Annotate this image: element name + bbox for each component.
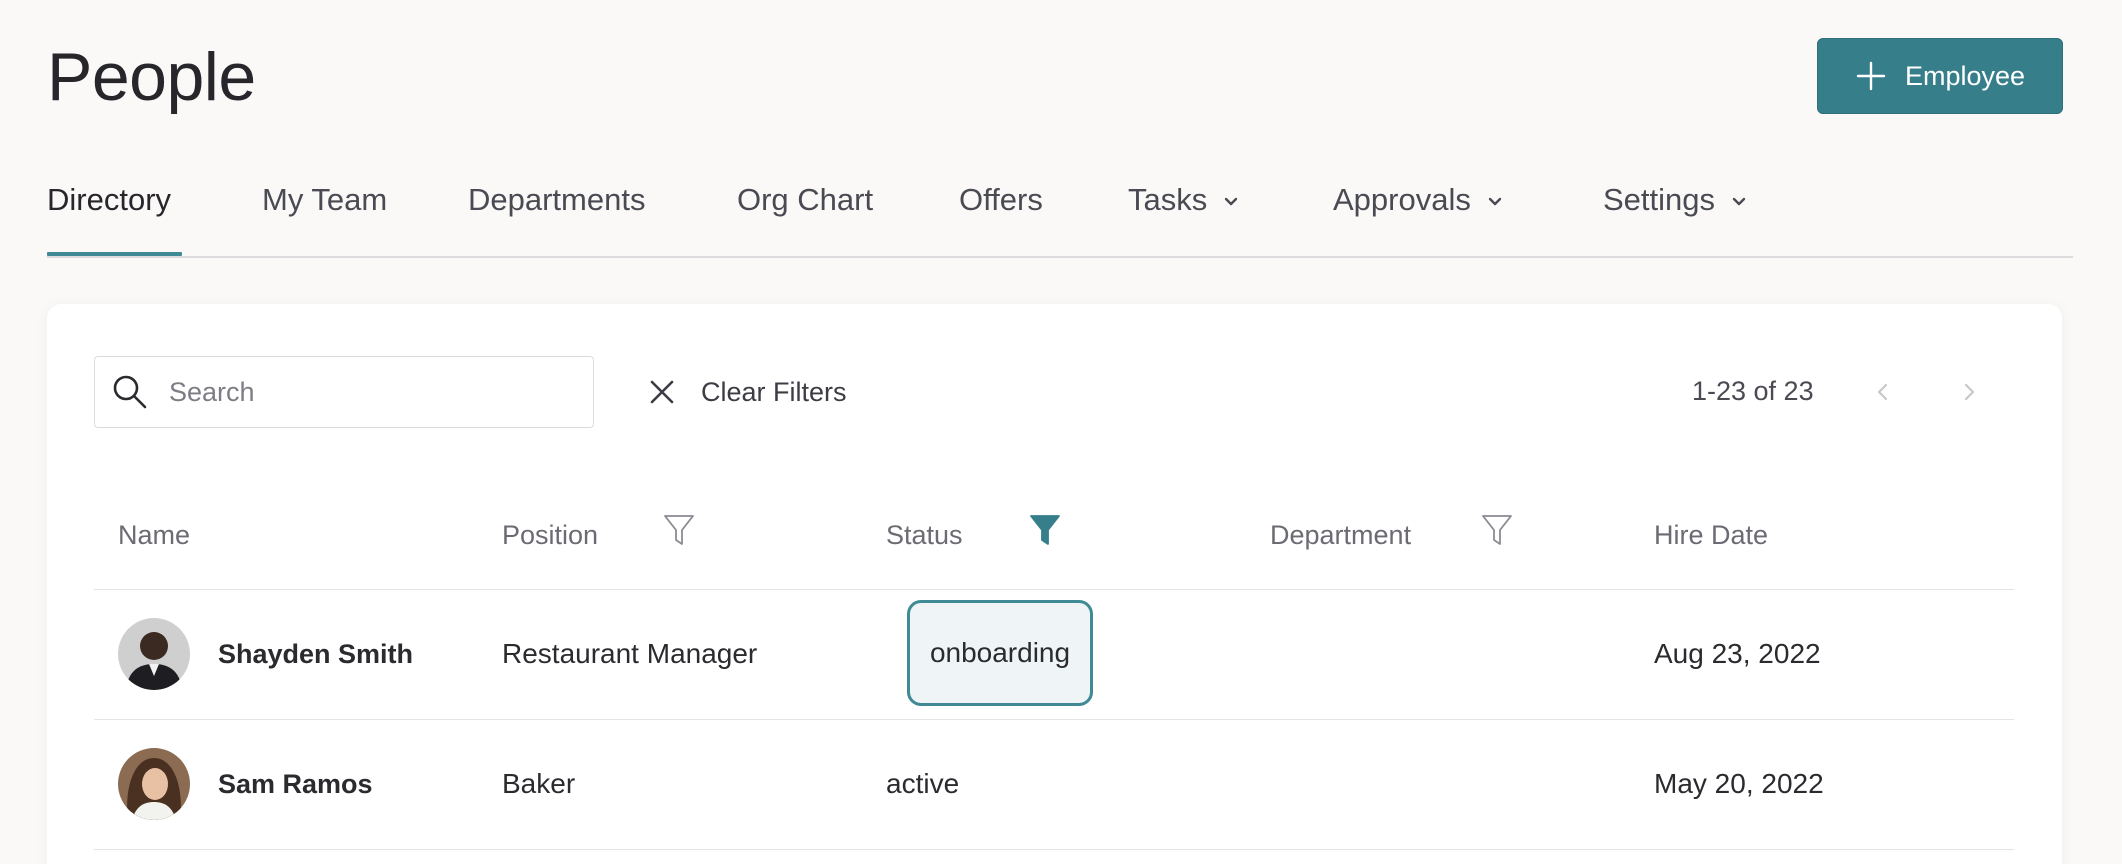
avatar-photo [118,748,190,820]
name-cell: Shayden Smith [118,618,413,690]
tab-org-chart[interactable]: Org Chart [737,182,873,218]
hire-date-cell: May 20, 2022 [1654,768,1824,799]
tab-label: Org Chart [737,182,874,217]
chevron-down-icon [1732,197,1746,206]
column-label: Position [502,520,599,550]
column-label: Name [118,520,191,550]
filter-icon[interactable] [1480,512,1514,548]
column-label: Status [886,520,963,550]
tab-tasks[interactable]: Tasks [1128,182,1241,218]
active-tab-indicator [47,252,182,256]
position-cell: Restaurant Manager [502,638,758,669]
clear-filters-button[interactable]: Clear Filters [647,368,847,416]
hire-date-cell: Aug 23, 2022 [1654,638,1821,669]
status-cell[interactable]: onboarding [907,600,1093,706]
filter-icon-active[interactable] [1028,512,1062,548]
tab-bar: Directory My Team Departments Org Chart … [47,158,2073,258]
column-header-status[interactable]: Status [886,520,963,551]
avatar[interactable] [118,618,190,690]
name-cell: Sam Ramos [118,748,373,820]
tab-label: Directory [47,182,172,217]
pagination-text: 1-23 of 23 [1692,376,1814,406]
chevron-right-icon[interactable] [1955,378,1983,406]
search-input[interactable] [169,376,549,408]
tab-my-team[interactable]: My Team [262,182,387,218]
column-header-hire-date[interactable]: Hire Date [1654,520,1768,551]
page-title: People [47,39,256,115]
tab-label: Offers [959,182,1043,217]
filter-icon[interactable] [662,512,696,548]
employee-name[interactable]: Shayden Smith [218,639,413,670]
avatar-photo [118,618,190,690]
chevron-down-icon [1225,197,1238,206]
people-table: Name Position Status Department Hire Dat [94,480,2014,850]
chevron-left-icon[interactable] [1869,378,1897,406]
tab-label: Settings [1603,182,1716,217]
status-cell[interactable]: active [886,768,959,800]
tab-directory[interactable]: Directory [47,182,171,218]
column-label: Hire Date [1654,520,1769,550]
status-label: onboarding [929,637,1071,668]
chevron-down-icon [1488,197,1502,206]
add-employee-label: Employee [1904,60,2026,91]
column-header-name[interactable]: Name [118,520,190,551]
avatar[interactable] [118,748,190,820]
column-label: Department [1270,520,1412,550]
tab-label: Approvals [1333,182,1471,217]
clear-filters-label: Clear Filters [701,376,847,407]
employee-name[interactable]: Sam Ramos [218,769,373,800]
tab-label: My Team [262,182,388,217]
tab-label: Tasks [1128,182,1208,217]
add-employee-button[interactable]: Employee [1817,38,2063,114]
position-cell: Baker [502,768,576,799]
directory-card: Clear Filters 1-23 of 23 Name Position S… [47,304,2062,864]
plus-icon [1856,61,1886,91]
table-header: Name Position Status Department Hire Dat [94,480,2014,590]
table-row[interactable]: Sam Ramos Baker active May 20, 2022 [94,720,2014,850]
search-icon [113,375,147,409]
tab-offers[interactable]: Offers [959,182,1043,218]
column-header-position[interactable]: Position [502,520,598,551]
tab-departments[interactable]: Departments [468,182,645,218]
table-row[interactable]: Shayden Smith Restaurant Manager onboard… [94,590,2014,720]
column-header-department[interactable]: Department [1270,520,1411,551]
tab-settings[interactable]: Settings [1603,182,1749,218]
tab-approvals[interactable]: Approvals [1333,182,1505,218]
search-field[interactable] [94,356,594,428]
tab-label: Departments [468,182,646,217]
close-icon [650,380,674,404]
